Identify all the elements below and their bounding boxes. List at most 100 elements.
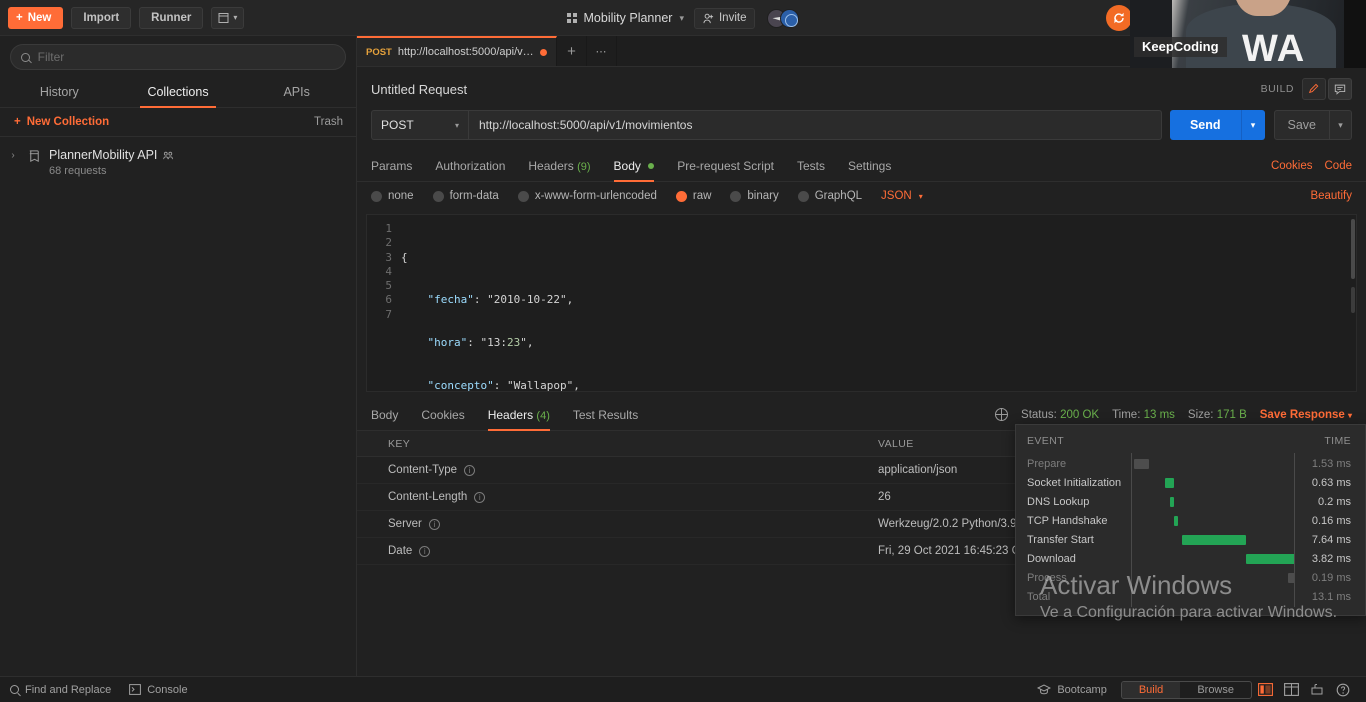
new-tab-button[interactable]: + [557, 36, 587, 66]
new-button[interactable]: + New [8, 6, 64, 29]
body-option-form-data[interactable]: form-data [432, 190, 499, 202]
filter-box[interactable] [10, 44, 346, 70]
body-option-none[interactable]: none [371, 190, 414, 202]
tab-pre-request-script[interactable]: Pre-request Script [677, 150, 774, 181]
timing-track [1131, 567, 1295, 588]
time-group: Time: 13 ms [1112, 409, 1175, 421]
tab-authorization[interactable]: Authorization [435, 150, 505, 181]
send-options-button[interactable]: ▾ [1240, 110, 1265, 140]
two-pane-icon [1257, 683, 1273, 696]
header-key-text: Content-Type [388, 464, 458, 476]
chevron-right-icon[interactable]: › [6, 148, 20, 161]
save-response-button[interactable]: Save Response ▾ [1260, 409, 1352, 421]
tab-settings[interactable]: Settings [848, 150, 891, 181]
response-tab-test-results[interactable]: Test Results [573, 399, 638, 430]
timing-event: Prepare [1027, 457, 1067, 470]
line-number: 1 [385, 222, 392, 235]
cookies-link[interactable]: Cookies [1271, 160, 1313, 172]
timing-event: DNS Lookup [1027, 495, 1090, 508]
workspace-selector[interactable]: Mobility Planner ▾ [566, 11, 684, 25]
import-button[interactable]: Import [71, 6, 132, 29]
filter-container [0, 36, 356, 76]
body-option-raw[interactable]: raw [675, 190, 711, 202]
comments-button[interactable] [1328, 78, 1352, 100]
status-label: Status: [1021, 408, 1057, 421]
collection-name-row: PlannerMobility API [49, 148, 174, 162]
edit-request-button[interactable] [1302, 78, 1326, 100]
trash-status-button[interactable] [1304, 683, 1330, 696]
response-tab-headers[interactable]: Headers (4) [487, 399, 551, 431]
radio-icon [517, 190, 529, 202]
help-button[interactable] [1330, 683, 1356, 697]
body-format-selector[interactable]: JSON ▾ [881, 190, 923, 202]
editor-scrollbar[interactable] [1351, 219, 1355, 279]
body-option-urlencoded[interactable]: x-www-form-urlencoded [517, 190, 657, 202]
row-gutter [357, 484, 388, 510]
info-icon[interactable]: i [474, 491, 486, 503]
comment-icon [1334, 84, 1346, 95]
timing-track [1131, 510, 1295, 531]
new-window-button[interactable]: ▾ [211, 6, 245, 29]
collection-item-plannermobility[interactable]: › PlannerMobility API 68 requests [0, 137, 356, 188]
body-option-graphql[interactable]: GraphQL [797, 190, 862, 202]
build-toggle[interactable]: Build [1121, 681, 1181, 698]
sync-status-button[interactable] [1106, 5, 1132, 31]
new-collection-button[interactable]: + New Collection [14, 116, 109, 128]
runner-button[interactable]: Runner [139, 6, 204, 29]
code-link[interactable]: Code [1325, 160, 1353, 172]
sidebar-tab-history[interactable]: History [0, 76, 119, 107]
response-tab-body[interactable]: Body [371, 399, 398, 430]
send-button[interactable]: Send [1169, 110, 1241, 140]
invite-label: Invite [718, 12, 747, 24]
invite-button[interactable]: Invite [693, 7, 756, 29]
timing-event: Process [1027, 571, 1067, 584]
header-key: Server i [388, 511, 878, 537]
response-tab-cookies[interactable]: Cookies [421, 399, 464, 430]
method-selector[interactable]: POST ▾ [371, 110, 468, 140]
two-pane-layout-button[interactable] [1252, 683, 1278, 696]
filter-input[interactable] [37, 50, 335, 64]
tab-headers-label: Headers [528, 159, 574, 173]
tab-tests[interactable]: Tests [797, 150, 825, 181]
find-and-replace-button[interactable]: Find and Replace [10, 684, 111, 696]
console-button[interactable]: Console [129, 684, 188, 696]
browse-toggle[interactable]: Browse [1180, 682, 1251, 698]
editor-scrollbar-secondary[interactable] [1351, 287, 1355, 313]
request-title-row: Untitled Request BUILD [357, 67, 1366, 110]
request-title[interactable]: Untitled Request [371, 82, 467, 97]
tab-headers[interactable]: Headers (9) [528, 150, 590, 181]
new-collection-row: + New Collection Trash [0, 108, 356, 137]
line-number: 2 [385, 236, 392, 250]
info-icon[interactable]: i [464, 464, 476, 476]
tab-options-button[interactable]: ⋯ [587, 36, 617, 66]
split-layout-button[interactable] [1278, 683, 1304, 696]
beautify-button[interactable]: Beautify [1310, 190, 1352, 202]
size-label: Size: [1187, 408, 1214, 421]
sidebar-tabs: History Collections APIs [0, 76, 356, 108]
editor-code[interactable]: { "fecha": "2010-10-22", "hora": "13:23"… [401, 215, 1356, 391]
save-options-button[interactable]: ▾ [1330, 110, 1352, 140]
avatar-group[interactable] [767, 8, 800, 28]
sidebar-tab-collections[interactable]: Collections [119, 76, 238, 108]
info-icon[interactable]: i [419, 545, 431, 557]
chevron-down-icon: ▾ [454, 120, 459, 130]
save-button[interactable]: Save [1273, 110, 1330, 140]
sidebar-tab-apis[interactable]: APIs [237, 76, 356, 107]
request-tab[interactable]: POST http://localhost:5000/api/v1/m... [357, 36, 557, 66]
network-info-icon[interactable] [994, 407, 1009, 421]
body-option-binary[interactable]: binary [730, 190, 779, 202]
tab-body[interactable]: Body [613, 150, 655, 182]
bootcamp-button[interactable]: Bootcamp [1037, 684, 1107, 696]
webcam-label: KeepCoding [1134, 37, 1227, 57]
trash-link[interactable]: Trash [314, 116, 343, 128]
tab-params[interactable]: Params [371, 150, 412, 181]
webcam-left-shade [1130, 0, 1172, 68]
url-input[interactable] [468, 110, 1162, 140]
timing-row: Socket Initialization 0.63 ms [1027, 472, 1351, 493]
timing-row: TCP Handshake 0.16 ms [1027, 510, 1351, 531]
top-toolbar: + New Import Runner ▾ Mobility Planner ▾ [0, 0, 1366, 68]
window-icon [218, 12, 229, 23]
info-icon[interactable]: i [428, 518, 440, 530]
pencil-icon [1308, 83, 1319, 94]
body-editor[interactable]: 1 2 3 4 5 6 7 { "fecha": "2010-10-22", "… [366, 214, 1357, 392]
